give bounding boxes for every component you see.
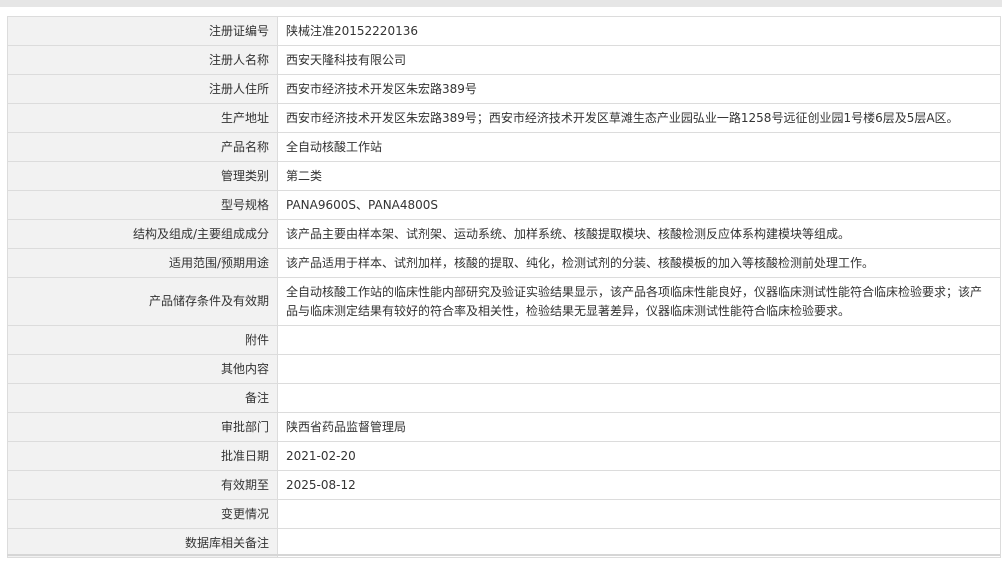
table-row-change-status: 变更情况 [7,499,1001,529]
table-row-valid-until: 有效期至 2025-08-12 [7,470,1001,500]
table-row-registrant-name: 注册人名称 西安天隆科技有限公司 [7,45,1001,75]
field-label: 生产地址 [7,103,278,133]
table-row-approval-date: 批准日期 2021-02-20 [7,441,1001,471]
top-bar [0,0,1002,7]
field-value: 2025-08-12 [277,470,1001,500]
field-label: 结构及组成/主要组成成分 [7,219,278,249]
field-label: 产品储存条件及有效期 [7,277,278,326]
field-label: 变更情况 [7,499,278,529]
table-row-attachment: 附件 [7,325,1001,355]
field-value [277,499,1001,529]
field-value [277,383,1001,413]
field-label: 批准日期 [7,441,278,471]
field-label: 审批部门 [7,412,278,442]
table-row-model-spec: 型号规格 PANA9600S、PANA4800S [7,190,1001,220]
field-value: 西安天隆科技有限公司 [277,45,1001,75]
table-row-production-address: 生产地址 西安市经济技术开发区朱宏路389号；西安市经济技术开发区草滩生态产业园… [7,103,1001,133]
bottom-divider [7,554,1000,556]
table-row-product-name: 产品名称 全自动核酸工作站 [7,132,1001,162]
field-label: 备注 [7,383,278,413]
field-label: 适用范围/预期用途 [7,248,278,278]
registration-detail-table: 注册证编号 陕械注准20152220136 注册人名称 西安天隆科技有限公司 注… [7,16,1001,558]
table-row-storage-validity: 产品储存条件及有效期 全自动核酸工作站的临床性能内部研究及验证实验结果显示，该产… [7,277,1001,326]
field-value: 2021-02-20 [277,441,1001,471]
field-value: 西安市经济技术开发区朱宏路389号 [277,74,1001,104]
field-value: 该产品主要由样本架、试剂架、运动系统、加样系统、核酸提取模块、核酸检测反应体系构… [277,219,1001,249]
field-value: 该产品适用于样本、试剂加样，核酸的提取、纯化，检测试剂的分装、核酸模板的加入等核… [277,248,1001,278]
table-row-registrant-address: 注册人住所 西安市经济技术开发区朱宏路389号 [7,74,1001,104]
table-row-intended-use: 适用范围/预期用途 该产品适用于样本、试剂加样，核酸的提取、纯化，检测试剂的分装… [7,248,1001,278]
field-value: PANA9600S、PANA4800S [277,190,1001,220]
table-row-registration-number: 注册证编号 陕械注准20152220136 [7,16,1001,46]
field-value [277,354,1001,384]
field-label: 注册人名称 [7,45,278,75]
table-row-remarks: 备注 [7,383,1001,413]
table-row-structure-composition: 结构及组成/主要组成成分 该产品主要由样本架、试剂架、运动系统、加样系统、核酸提… [7,219,1001,249]
field-label: 附件 [7,325,278,355]
field-value [277,325,1001,355]
field-value: 全自动核酸工作站的临床性能内部研究及验证实验结果显示，该产品各项临床性能良好，仪… [277,277,1001,326]
field-label: 注册人住所 [7,74,278,104]
field-label: 其他内容 [7,354,278,384]
field-value: 全自动核酸工作站 [277,132,1001,162]
field-value: 陕械注准20152220136 [277,16,1001,46]
table-row-approval-department: 审批部门 陕西省药品监督管理局 [7,412,1001,442]
field-label: 注册证编号 [7,16,278,46]
table-row-other-content: 其他内容 [7,354,1001,384]
field-label: 管理类别 [7,161,278,191]
field-value: 第二类 [277,161,1001,191]
field-label: 有效期至 [7,470,278,500]
field-value: 西安市经济技术开发区朱宏路389号；西安市经济技术开发区草滩生态产业园弘业一路1… [277,103,1001,133]
field-value: 陕西省药品监督管理局 [277,412,1001,442]
field-label: 产品名称 [7,132,278,162]
table-row-management-class: 管理类别 第二类 [7,161,1001,191]
field-label: 型号规格 [7,190,278,220]
registration-detail-panel: 注册证编号 陕械注准20152220136 注册人名称 西安天隆科技有限公司 注… [7,16,1001,558]
